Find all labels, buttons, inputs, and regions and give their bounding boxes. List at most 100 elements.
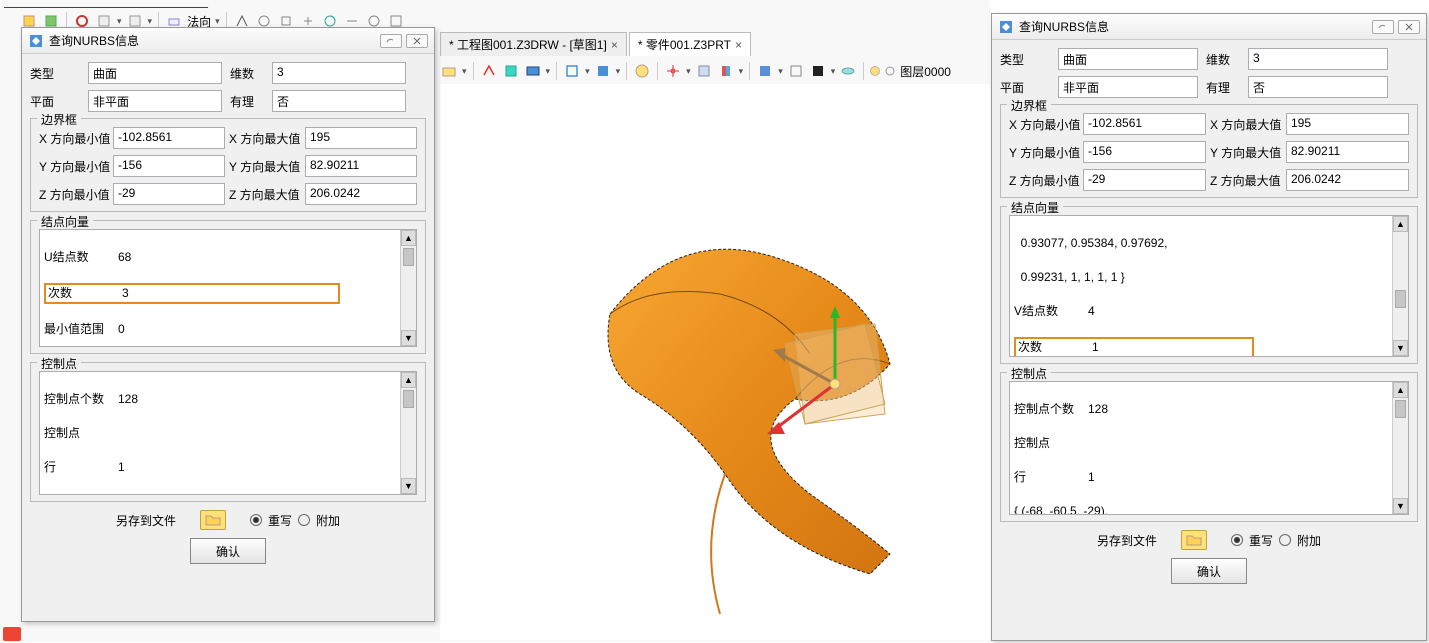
knot-listbox[interactable]: 0.93077, 0.95384, 0.97692, 0.99231, 1, 1… bbox=[1009, 215, 1409, 357]
browse-folder-button[interactable] bbox=[200, 510, 226, 530]
xmax-label: X 方向最大值 bbox=[229, 130, 301, 147]
plane-field[interactable]: 非平面 bbox=[88, 90, 222, 112]
help-button[interactable] bbox=[1372, 20, 1394, 34]
rational-field[interactable]: 否 bbox=[272, 90, 406, 112]
scrollbar[interactable]: ▲ ▼ bbox=[1392, 216, 1408, 356]
dropdown-icon[interactable]: ▾ bbox=[616, 66, 621, 77]
zmin-field[interactable]: -29 bbox=[113, 183, 225, 205]
scroll-down-icon[interactable]: ▼ bbox=[1393, 340, 1408, 356]
dialog-titlebar[interactable]: 查询NURBS信息 bbox=[992, 14, 1426, 40]
dropdown-icon[interactable]: ▾ bbox=[117, 16, 122, 27]
scroll-thumb[interactable] bbox=[1395, 290, 1406, 308]
xmax-field[interactable]: 195 bbox=[1286, 113, 1409, 135]
scroll-thumb[interactable] bbox=[403, 390, 414, 408]
dim-label: 维数 bbox=[230, 65, 272, 82]
dim-field[interactable]: 3 bbox=[272, 62, 406, 84]
toolbar-icon[interactable] bbox=[839, 62, 857, 80]
knot-fieldset: 结点向量 U结点数68 次数3 最小值范围0 最大值范围1 闭合否 结点向量 {… bbox=[30, 220, 426, 354]
toolbar-icon[interactable] bbox=[480, 62, 498, 80]
scroll-down-icon[interactable]: ▼ bbox=[401, 330, 416, 346]
scroll-up-icon[interactable]: ▲ bbox=[1393, 382, 1408, 398]
close-button[interactable] bbox=[1398, 20, 1420, 34]
scroll-down-icon[interactable]: ▼ bbox=[1393, 498, 1408, 514]
toolbar-icon[interactable] bbox=[594, 62, 612, 80]
dropdown-icon[interactable]: ▾ bbox=[831, 66, 836, 77]
scroll-down-icon[interactable]: ▼ bbox=[401, 478, 416, 494]
scroll-thumb[interactable] bbox=[1395, 400, 1406, 418]
ymax-field[interactable]: 82.90211 bbox=[1286, 141, 1409, 163]
overwrite-radio[interactable] bbox=[250, 514, 262, 526]
nurbs-info-dialog-left: 查询NURBS信息 类型 曲面 维数 3 平面 非平面 有理 否 边界框 X 方… bbox=[21, 27, 435, 622]
xmax-field[interactable]: 195 bbox=[305, 127, 417, 149]
scroll-thumb[interactable] bbox=[403, 248, 414, 266]
bounds-fieldset: 边界框 X 方向最小值 -102.8561 X 方向最大值 195 Y 方向最小… bbox=[30, 118, 426, 212]
rational-field[interactable]: 否 bbox=[1248, 76, 1388, 98]
zmin-field[interactable]: -29 bbox=[1083, 169, 1206, 191]
scroll-up-icon[interactable]: ▲ bbox=[1393, 216, 1408, 232]
close-icon[interactable]: × bbox=[735, 38, 742, 52]
scroll-up-icon[interactable]: ▲ bbox=[401, 230, 416, 246]
ymin-field[interactable]: -156 bbox=[1083, 141, 1206, 163]
toolbar-icon[interactable] bbox=[717, 62, 735, 80]
app-icon bbox=[28, 33, 44, 49]
toolbar-icon[interactable] bbox=[502, 62, 520, 80]
ymax-field[interactable]: 82.90211 bbox=[305, 155, 417, 177]
xmin-field[interactable]: -102.8561 bbox=[113, 127, 225, 149]
dropdown-icon[interactable]: ▾ bbox=[585, 66, 590, 77]
toolbar-icon[interactable] bbox=[756, 62, 774, 80]
cp-listbox[interactable]: 控制点个数128 控制点 行1 { (-68, -60.5, -29), (-6… bbox=[1009, 381, 1409, 515]
viewport-3d[interactable] bbox=[440, 84, 990, 640]
toolbar-icon[interactable] bbox=[809, 62, 827, 80]
dropdown-icon[interactable]: ▾ bbox=[686, 66, 691, 77]
xmin-field[interactable]: -102.8561 bbox=[1083, 113, 1206, 135]
browse-folder-button[interactable] bbox=[1181, 530, 1207, 550]
toolbar-icon[interactable] bbox=[633, 62, 651, 80]
append-label: 附加 bbox=[1297, 532, 1321, 549]
scrollbar[interactable]: ▲ ▼ bbox=[400, 372, 416, 494]
cp-listbox[interactable]: 控制点个数128 控制点 行1 { (-68, -60.5, -29), (-6… bbox=[39, 371, 417, 495]
zmax-field[interactable]: 206.0242 bbox=[305, 183, 417, 205]
dialog-titlebar[interactable]: 查询NURBS信息 bbox=[22, 28, 434, 54]
ymin-field[interactable]: -156 bbox=[113, 155, 225, 177]
zmin-label: Z 方向最小值 bbox=[1009, 172, 1079, 189]
scroll-up-icon[interactable]: ▲ bbox=[401, 372, 416, 388]
append-radio[interactable] bbox=[1279, 534, 1291, 546]
scrollbar[interactable]: ▲ ▼ bbox=[400, 230, 416, 346]
plane-field[interactable]: 非平面 bbox=[1058, 76, 1198, 98]
knot-list-content: U结点数68 次数3 最小值范围0 最大值范围1 闭合否 结点向量 { 0, 0… bbox=[40, 230, 400, 346]
dropdown-icon[interactable]: ▾ bbox=[778, 66, 783, 77]
cp-list-content: 控制点个数128 控制点 行1 { (-68, -60.5, -29), (-6… bbox=[1010, 382, 1392, 514]
close-button[interactable] bbox=[406, 34, 428, 48]
help-button[interactable] bbox=[380, 34, 402, 48]
toolbar-icon[interactable] bbox=[695, 62, 713, 80]
type-field[interactable]: 曲面 bbox=[88, 62, 222, 84]
toolbar-icon[interactable] bbox=[440, 62, 458, 80]
tab-drawing[interactable]: * 工程图001.Z3DRW - [草图1]× bbox=[440, 32, 627, 56]
toolbar-icon[interactable] bbox=[563, 62, 581, 80]
dropdown-icon[interactable]: ▾ bbox=[148, 16, 153, 27]
folder-icon bbox=[205, 514, 221, 526]
confirm-button[interactable]: 确认 bbox=[190, 538, 266, 564]
layer-indicator[interactable]: 图层0000 bbox=[870, 63, 951, 80]
toolbar-icon[interactable] bbox=[787, 62, 805, 80]
dropdown-icon[interactable]: ▾ bbox=[739, 66, 744, 77]
knot-listbox[interactable]: U结点数68 次数3 最小值范围0 最大值范围1 闭合否 结点向量 { 0, 0… bbox=[39, 229, 417, 347]
type-field[interactable]: 曲面 bbox=[1058, 48, 1198, 70]
layer-name: 图层0000 bbox=[900, 63, 951, 80]
knot-legend: 结点向量 bbox=[1007, 199, 1063, 216]
confirm-button[interactable]: 确认 bbox=[1171, 558, 1247, 584]
close-icon[interactable]: × bbox=[611, 38, 618, 52]
toolbar-icon[interactable] bbox=[664, 62, 682, 80]
ymax-label: Y 方向最大值 bbox=[229, 158, 301, 175]
dropdown-icon[interactable]: ▾ bbox=[215, 16, 220, 27]
dropdown-icon[interactable]: ▾ bbox=[546, 66, 551, 77]
bounds-legend: 边界框 bbox=[37, 111, 81, 128]
zmax-field[interactable]: 206.0242 bbox=[1286, 169, 1409, 191]
overwrite-radio[interactable] bbox=[1231, 534, 1243, 546]
append-radio[interactable] bbox=[298, 514, 310, 526]
dim-field[interactable]: 3 bbox=[1248, 48, 1388, 70]
toolbar-icon[interactable] bbox=[524, 62, 542, 80]
scrollbar[interactable]: ▲ ▼ bbox=[1392, 382, 1408, 514]
tab-part[interactable]: * 零件001.Z3PRT× bbox=[629, 32, 751, 56]
dropdown-icon[interactable]: ▾ bbox=[462, 66, 467, 77]
